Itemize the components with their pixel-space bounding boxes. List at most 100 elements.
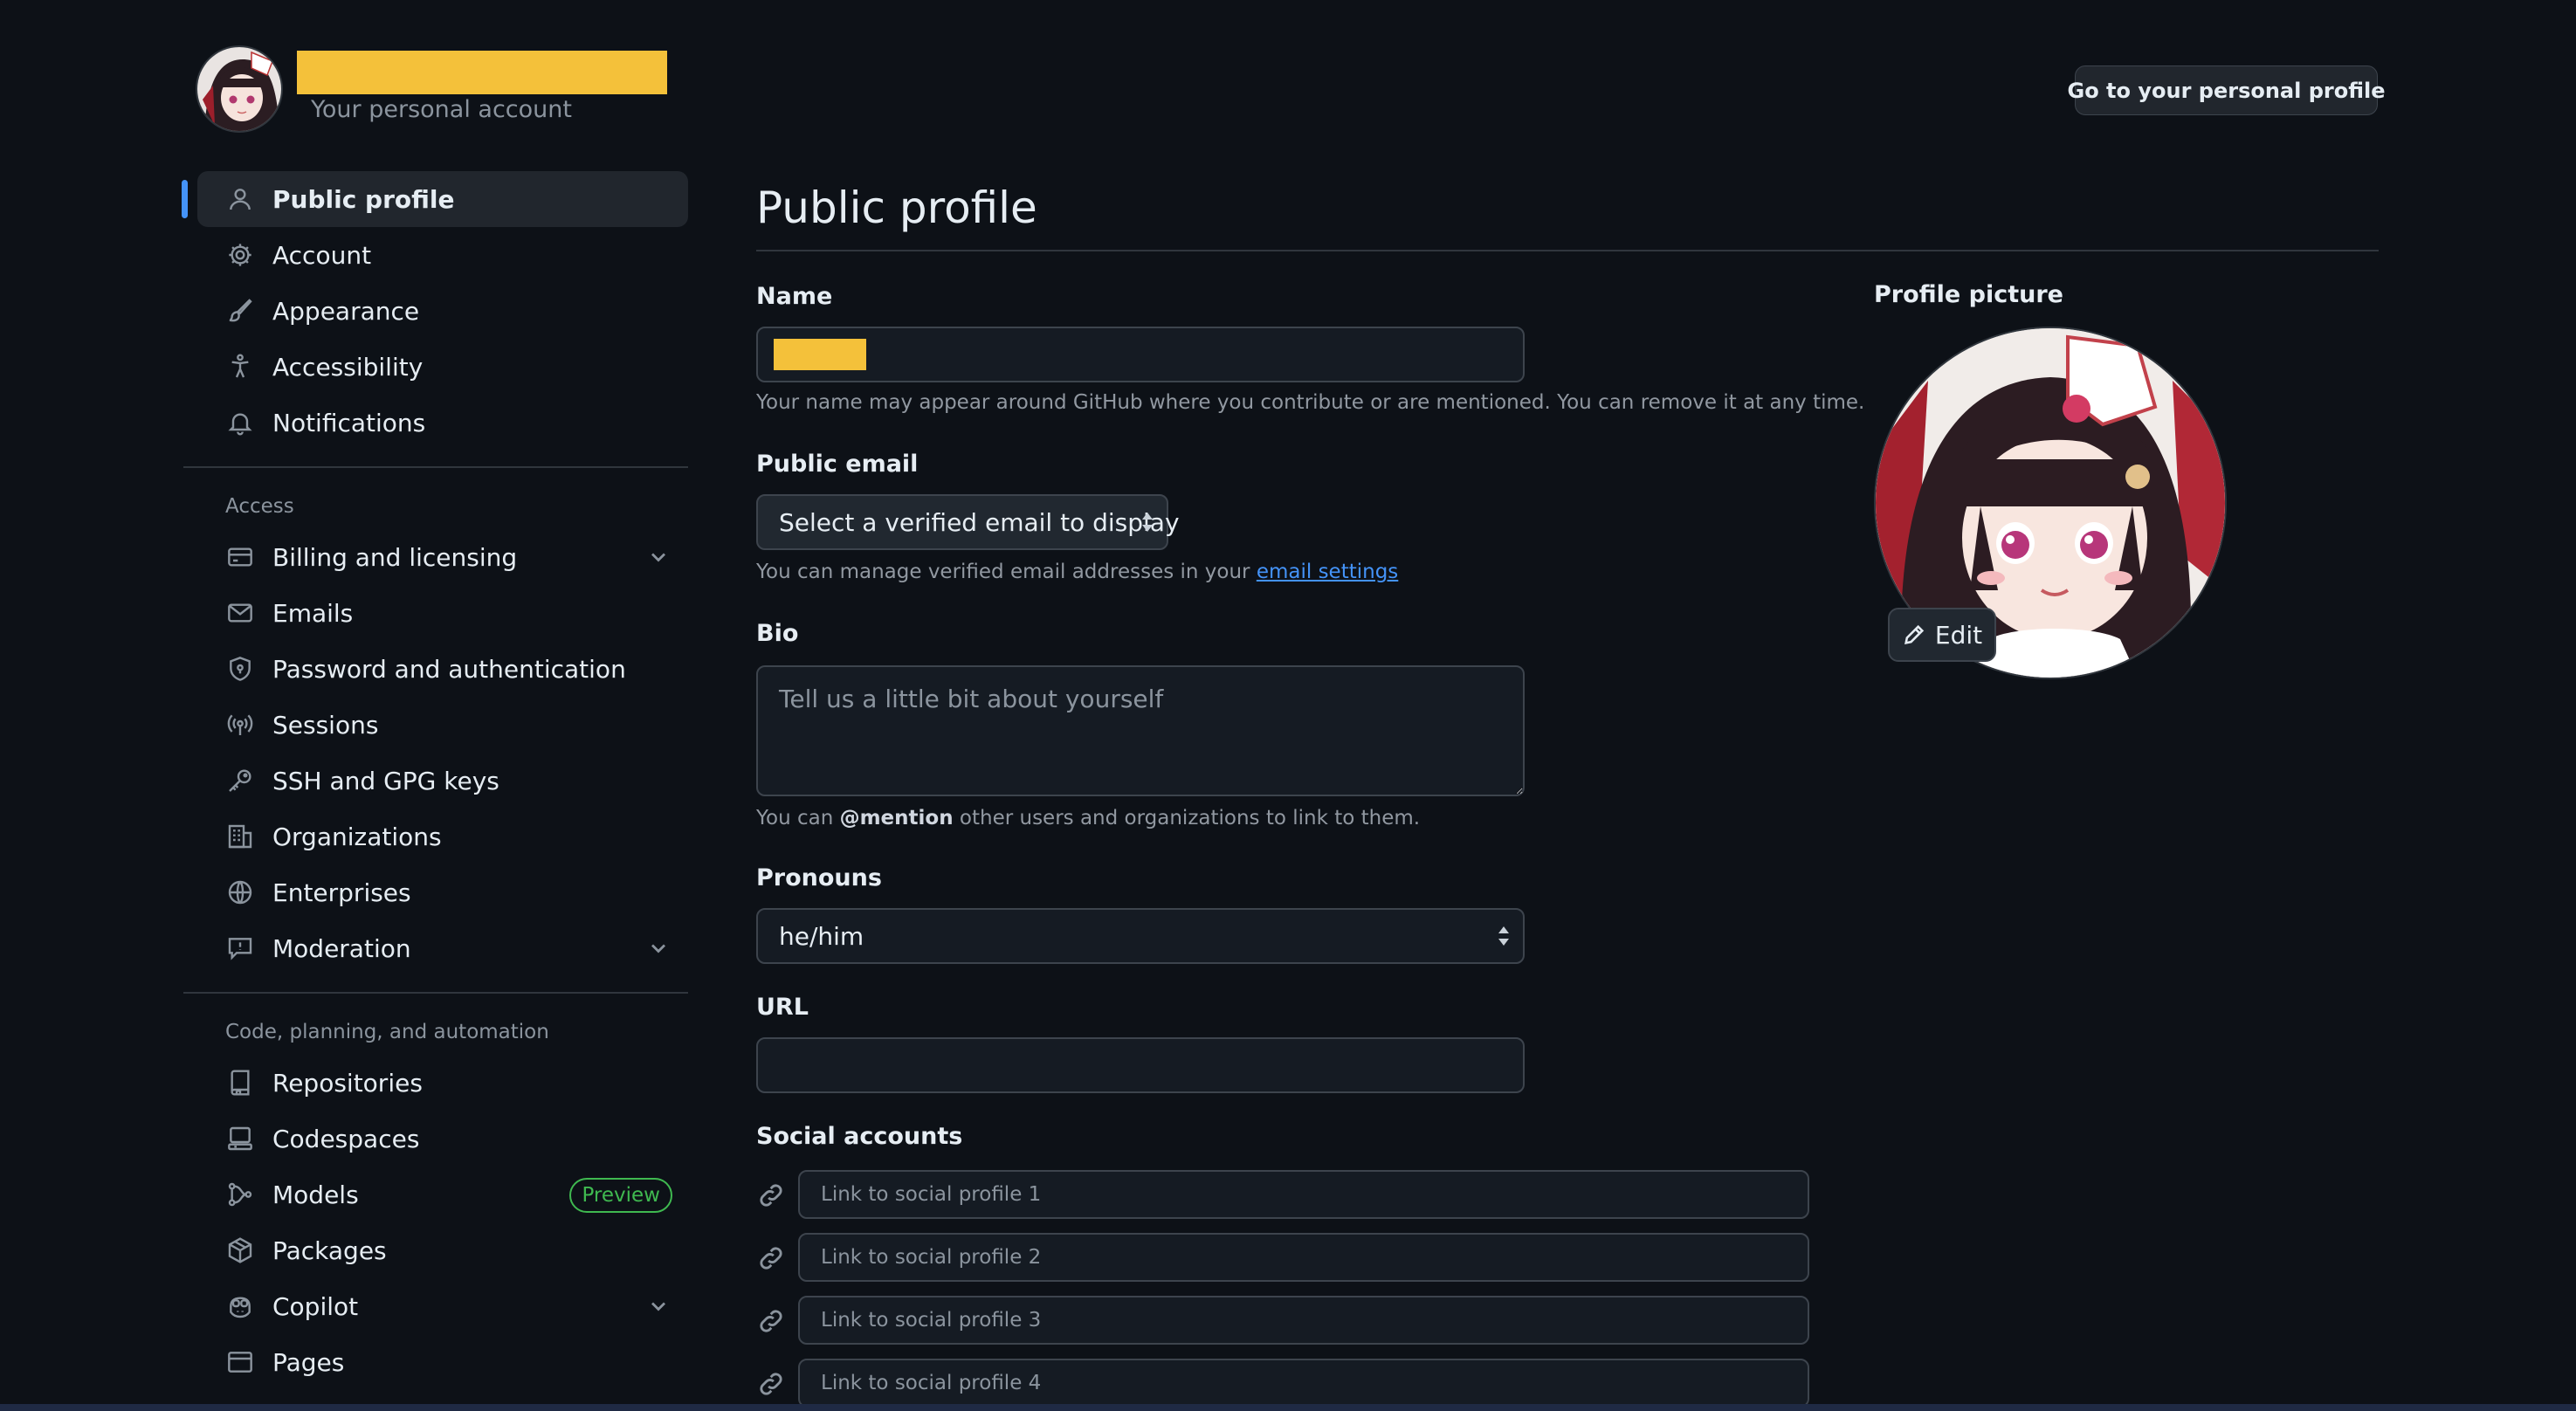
social-profile-3-input[interactable] <box>798 1296 1809 1345</box>
sidebar-item-emails[interactable]: Emails <box>197 585 688 641</box>
sidebar-item-copilot[interactable]: Copilot <box>197 1278 688 1334</box>
page-title: Public profile <box>756 182 1037 233</box>
email-settings-link[interactable]: email settings <box>1257 561 1398 583</box>
organization-icon <box>225 822 255 851</box>
link-icon <box>756 1243 786 1273</box>
link-icon <box>756 1369 786 1399</box>
sidebar-item-label: Password and authentication <box>272 654 626 684</box>
public-email-help-text: You can manage verified email addresses … <box>756 561 1257 583</box>
account-avatar[interactable] <box>196 45 283 133</box>
sidebar-item-codespaces[interactable]: Codespaces <box>197 1111 688 1167</box>
browser-icon <box>225 1347 255 1377</box>
sidebar-item-label: Repositories <box>272 1068 423 1098</box>
sidebar-item-sessions[interactable]: Sessions <box>197 697 688 753</box>
sidebar-item-label: Public profile <box>272 184 455 214</box>
chevron-down-icon[interactable] <box>646 545 671 569</box>
url-input[interactable] <box>756 1037 1525 1093</box>
copilot-icon <box>225 1291 255 1321</box>
link-icon <box>756 1306 786 1336</box>
public-email-select[interactable]: Select a verified email to display <box>756 494 1180 550</box>
public-email-selected: Select a verified email to display <box>779 507 1180 537</box>
pronouns-select[interactable]: he/him <box>756 908 1525 964</box>
sidebar-item-enterprises[interactable]: Enterprises <box>197 864 688 920</box>
sidebar-item-organizations[interactable]: Organizations <box>197 809 688 864</box>
sidebar-item-label: Sessions <box>272 710 379 740</box>
sidebar-item-notifications[interactable]: Notifications <box>197 395 688 451</box>
sidebar-heading-access: Access <box>225 495 294 518</box>
shield-lock-icon <box>225 654 255 684</box>
public-email-help: You can manage verified email addresses … <box>756 561 1398 583</box>
chevron-down-icon[interactable] <box>646 1294 671 1318</box>
globe-icon <box>225 878 255 907</box>
sidebar-item-label: Account <box>272 240 372 270</box>
person-icon <box>225 184 255 214</box>
sidebar-item-public-profile[interactable]: Public profile <box>182 171 688 227</box>
social-profile-2-input[interactable] <box>798 1233 1809 1282</box>
active-indicator <box>182 180 188 218</box>
pencil-icon <box>1904 624 1925 644</box>
sidebar-item-label: Appearance <box>272 296 420 326</box>
title-divider <box>756 250 2379 251</box>
sidebar-item-appearance[interactable]: Appearance <box>197 283 688 339</box>
settings-page: Your personal account Go to your persona… <box>0 0 2576 1411</box>
social-profile-4-input[interactable] <box>798 1359 1809 1408</box>
codespaces-icon <box>225 1124 255 1153</box>
name-help-text: Your name may appear around GitHub where… <box>756 391 1865 414</box>
report-icon <box>225 933 255 963</box>
bio-label: Bio <box>756 620 799 647</box>
bio-help-mention: @mention <box>839 807 954 829</box>
go-to-personal-profile-button[interactable]: Go to your personal profile <box>2068 65 2386 115</box>
social-profile-1-input[interactable] <box>798 1170 1809 1219</box>
pronouns-label: Pronouns <box>756 864 882 891</box>
account-subtitle: Your personal account <box>311 96 572 123</box>
repo-icon <box>225 1068 255 1098</box>
sidebar-item-label: SSH and GPG keys <box>272 766 499 795</box>
sidebar-divider <box>183 992 688 994</box>
sidebar-item-billing[interactable]: Billing and licensing <box>197 529 688 585</box>
sidebar-item-pages[interactable]: Pages <box>197 1334 688 1390</box>
credit-card-icon <box>225 542 255 572</box>
sidebar-item-ssh-gpg-keys[interactable]: SSH and GPG keys <box>197 753 688 809</box>
bio-textarea[interactable] <box>756 665 1525 796</box>
select-arrows-icon <box>1140 511 1154 533</box>
preview-badge: Preview <box>569 1178 672 1213</box>
bell-icon <box>225 408 255 437</box>
models-icon <box>225 1180 255 1209</box>
package-icon <box>225 1235 255 1265</box>
sidebar-item-moderation[interactable]: Moderation <box>197 920 688 976</box>
mail-icon <box>225 598 255 628</box>
name-field-wrap <box>756 327 1525 382</box>
bottom-strip <box>0 1404 2576 1411</box>
redacted-username <box>297 51 667 94</box>
sidebar-item-label: Billing and licensing <box>272 542 518 572</box>
sidebar-item-password-authentication[interactable]: Password and authentication <box>197 641 688 697</box>
sidebar-item-label: Organizations <box>272 822 442 851</box>
profile-picture-label: Profile picture <box>1874 281 2063 308</box>
sidebar-item-packages[interactable]: Packages <box>197 1222 688 1278</box>
sidebar-item-label: Codespaces <box>272 1124 420 1153</box>
broadcast-icon <box>225 710 255 740</box>
settings-sidebar: Public profile Account Appearance Access… <box>182 171 688 1390</box>
sidebar-heading-code: Code, planning, and automation <box>225 1021 549 1043</box>
redacted-name <box>774 339 866 370</box>
edit-profile-picture-button[interactable]: Edit <box>1888 608 1996 662</box>
paintbrush-icon <box>225 296 255 326</box>
name-label: Name <box>756 283 833 310</box>
key-icon <box>225 766 255 795</box>
edit-label: Edit <box>1934 620 1983 650</box>
chevron-down-icon[interactable] <box>646 936 671 960</box>
sidebar-item-label: Accessibility <box>272 352 424 382</box>
sidebar-item-repositories[interactable]: Repositories <box>197 1055 688 1111</box>
sidebar-item-account[interactable]: Account <box>197 227 688 283</box>
pronouns-selected: he/him <box>779 921 864 951</box>
gear-icon <box>225 240 255 270</box>
sidebar-item-label: Notifications <box>272 408 426 437</box>
sidebar-item-models[interactable]: Models Preview <box>197 1167 688 1222</box>
link-icon <box>756 1180 786 1210</box>
sidebar-item-label: Copilot <box>272 1291 359 1321</box>
account-header: Your personal account <box>196 45 685 136</box>
accessibility-icon <box>225 352 255 382</box>
sidebar-item-accessibility[interactable]: Accessibility <box>197 339 688 395</box>
name-input[interactable] <box>756 327 1525 382</box>
bio-help-prefix: You can <box>756 807 840 829</box>
